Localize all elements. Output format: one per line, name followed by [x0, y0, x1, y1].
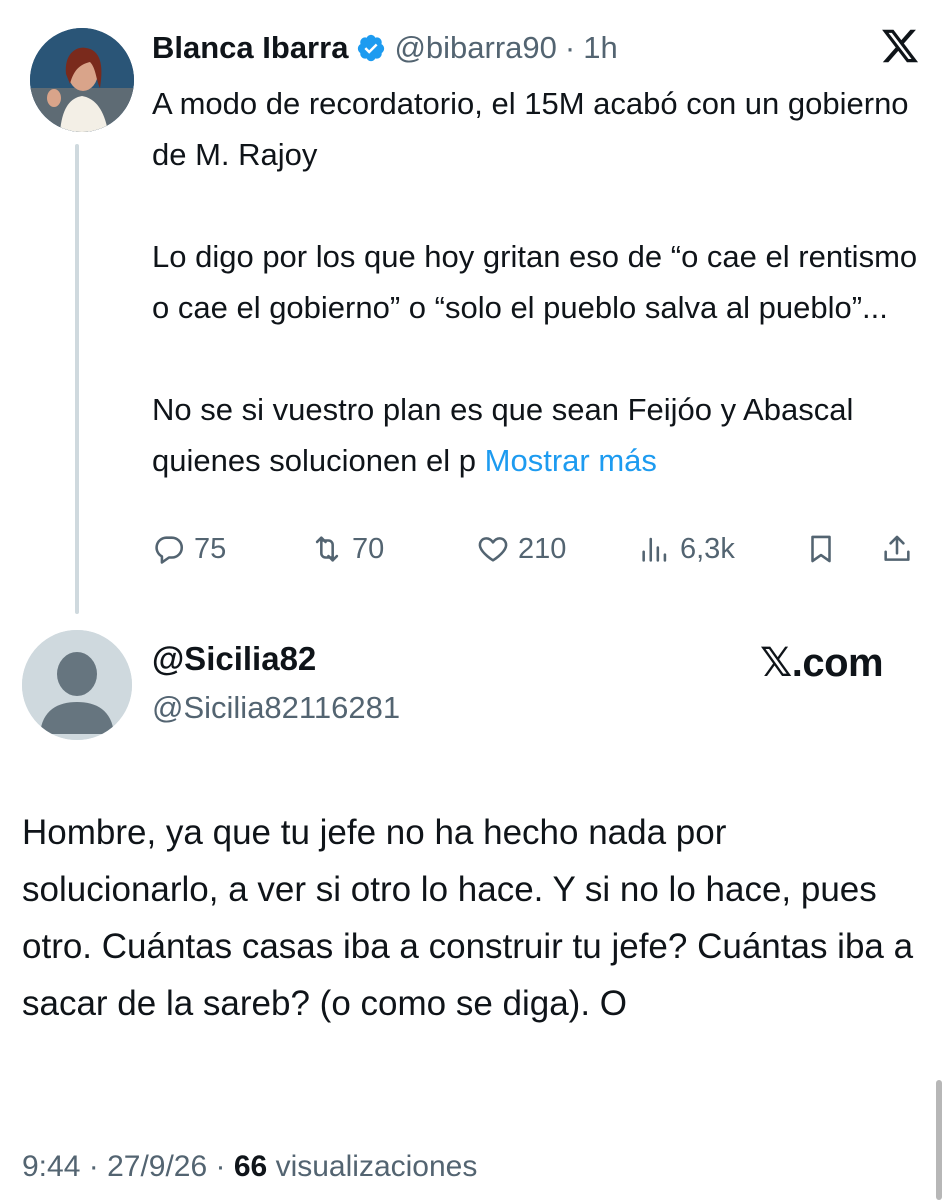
x-com-brand: 𝕏.com [760, 641, 884, 685]
meta-separator-1: · [88, 1150, 99, 1183]
reply-meta: 9:44 · 27/9/26 · 66 visualizaciones [22, 1150, 477, 1184]
share-icon [884, 535, 910, 561]
reply-text: Hombre, ya que tu jefe no ha hecho nada … [22, 813, 914, 1023]
author-avatar[interactable] [30, 28, 134, 132]
verified-badge-icon [358, 34, 385, 62]
meta-separator-2: · [215, 1150, 226, 1183]
tweet-paragraph-1: A modo de recordatorio, el 15M acabó con… [152, 86, 909, 172]
reply-count: 75 [194, 532, 227, 565]
views-chart-icon [642, 537, 667, 562]
reply-display-name[interactable]: @Sicilia82 [152, 640, 316, 678]
tweet-text: A modo de recordatorio, el 15M acabó con… [152, 78, 932, 486]
retweet-icon [315, 536, 339, 562]
reply-date[interactable]: 27/9/26 [107, 1150, 207, 1183]
author-handle[interactable]: @bibarra90 [394, 30, 556, 66]
tweet-header: Blanca Ibarra @bibarra90 · 1h [152, 28, 618, 68]
bookmark-button[interactable] [804, 526, 838, 572]
views-button[interactable]: 6,3k [638, 526, 735, 572]
heart-icon [478, 537, 508, 562]
tweet-paragraph-3: No se si vuestro plan es que sean Feijóo… [152, 384, 932, 486]
retweet-count: 70 [352, 532, 385, 565]
like-count: 210 [518, 532, 567, 565]
show-more-link[interactable]: Mostrar más [485, 443, 657, 478]
bookmark-icon [811, 535, 831, 563]
reply-handle[interactable]: @Sicilia82116281 [152, 690, 400, 726]
header-separator: · [564, 30, 576, 65]
thread-line [75, 144, 79, 614]
share-button[interactable] [880, 526, 914, 572]
tweet-paragraph-2: Lo digo por los que hoy gritan eso de “o… [152, 239, 918, 325]
like-button[interactable]: 210 [476, 526, 566, 572]
reply-button[interactable]: 75 [152, 526, 226, 572]
author-name[interactable]: Blanca Ibarra [152, 30, 348, 66]
scrollbar[interactable] [936, 1080, 942, 1200]
author-photo [30, 28, 134, 132]
reply-avatar[interactable] [22, 630, 132, 740]
tweet-time[interactable]: 1h [583, 30, 617, 66]
reply-views-count: 66 [233, 1150, 268, 1183]
retweet-button[interactable]: 70 [310, 526, 384, 572]
views-count: 6,3k [680, 532, 735, 565]
reply-time[interactable]: 9:44 [22, 1150, 80, 1183]
reply-icon [155, 536, 184, 564]
reply-views-label: visualizaciones [275, 1150, 478, 1183]
default-profile-icon [22, 630, 132, 740]
tweet-actions: 75 70 210 6,3k [152, 526, 922, 572]
x-logo-icon [882, 29, 919, 63]
